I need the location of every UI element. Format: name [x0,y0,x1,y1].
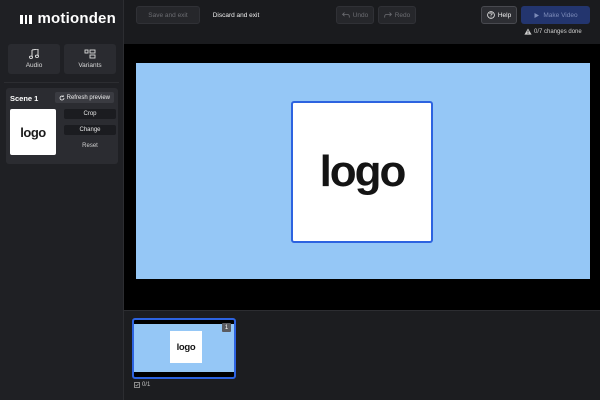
crop-button[interactable]: Crop [64,109,116,119]
redo-icon [384,12,392,18]
brand-bars-icon [20,14,32,24]
changes-status-text: 0/7 changes done [534,28,582,35]
refresh-preview-label: Refresh preview [66,94,110,101]
help-button[interactable]: Help [481,6,517,24]
preview-area: logo [124,44,600,310]
sidebar-divider [4,82,119,83]
undo-label: Undo [352,11,369,19]
help-label: Help [497,11,512,19]
canvas-logo-element[interactable]: logo [291,101,433,243]
changes-status: 0/7 changes done [524,28,582,35]
timeline: logo 1 0/1 [124,310,600,400]
scene-number-badge: 1 [222,323,231,332]
change-button[interactable]: Change [64,125,116,135]
brand-name: motionden [37,10,116,27]
timeline-scene-preview: logo [134,324,234,372]
scene-count: 0/1 [134,382,150,388]
timeline-logo-box: logo [170,331,202,363]
sidebar: motionden Audio Variants Scene 1 Refresh… [0,0,124,400]
clip-icon [134,382,140,388]
help-icon [487,11,495,19]
variants-button-label: Variants [78,62,102,69]
scene-thumbnail-logo-text: logo [20,124,46,140]
redo-button[interactable]: Redo [378,6,416,24]
refresh-icon [59,94,65,100]
video-canvas: logo [136,63,590,279]
variants-button[interactable]: Variants [64,44,116,74]
audio-button-label: Audio [25,62,43,69]
reset-button[interactable]: Reset [64,141,116,151]
refresh-preview-button[interactable]: Refresh preview [54,92,114,103]
scene-title: Scene 1 [10,94,39,103]
timeline-scene-1[interactable]: logo 1 [132,318,236,379]
make-video-button[interactable]: Make Video [521,6,590,24]
top-toolbar: Save and exit Discard and exit Undo Redo… [124,0,600,44]
redo-label: Redo [394,11,411,19]
brand-logo[interactable]: motionden [20,10,116,27]
undo-button[interactable]: Undo [336,6,374,24]
audio-button[interactable]: Audio [8,44,60,74]
scene-media-thumbnail[interactable]: logo [10,109,56,155]
canvas-logo-text: logo [319,147,407,196]
scene-card: Scene 1 Refresh preview logo Crop Change… [6,88,118,164]
timeline-logo-text: logo [176,341,196,353]
play-icon [534,12,540,18]
discard-and-exit-button[interactable]: Discard and exit [206,6,266,24]
undo-icon [341,12,350,18]
save-and-exit-button[interactable]: Save and exit [136,6,200,24]
variants-icon [84,49,96,59]
warning-icon [524,28,532,35]
scene-count-text: 0/1 [142,382,151,388]
make-video-label: Make Video [543,11,578,19]
music-note-icon [28,49,40,59]
